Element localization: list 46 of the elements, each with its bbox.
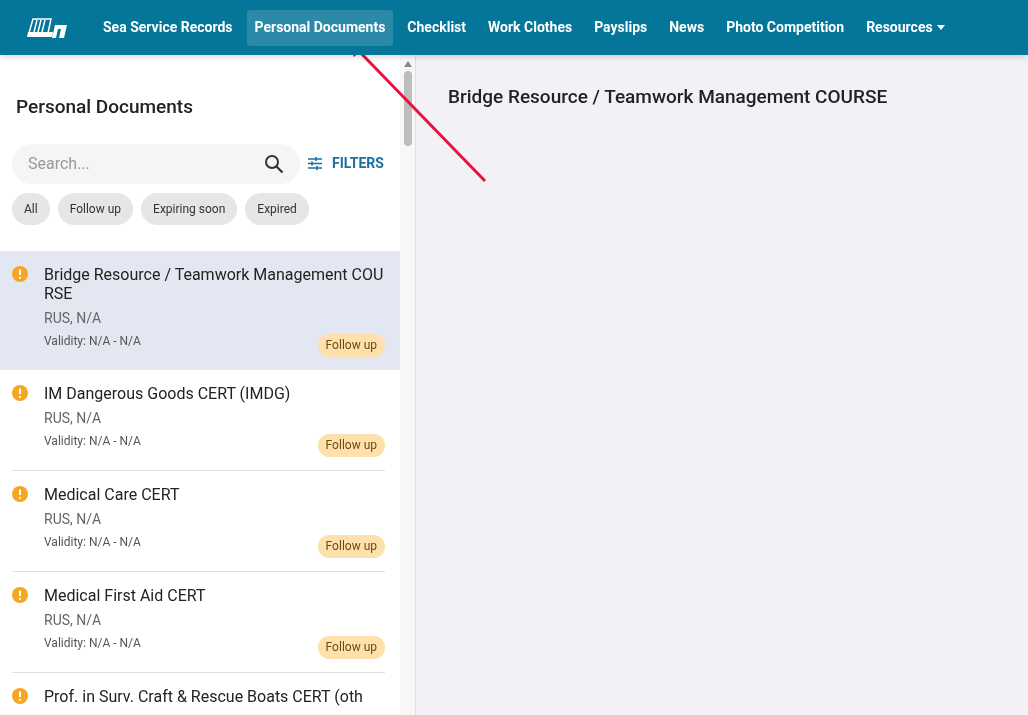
document-title: IM Dangerous Goods CERT (IMDG) bbox=[44, 383, 292, 403]
nav-link[interactable]: Payslips bbox=[586, 9, 656, 46]
warning-icon bbox=[12, 265, 28, 282]
nav-link[interactable]: Photo Competition bbox=[718, 9, 853, 46]
sliders-icon bbox=[308, 157, 322, 170]
nav-link[interactable]: News bbox=[661, 9, 713, 46]
nav-link[interactable]: Checklist bbox=[399, 9, 475, 46]
nav-link[interactable]: Sea Service Records bbox=[95, 9, 241, 46]
scrollbar[interactable] bbox=[400, 55, 415, 715]
validity-text: Validity: N/A - N/A bbox=[44, 533, 141, 551]
scrollbar-thumb[interactable] bbox=[403, 71, 412, 146]
nav-link[interactable]: Personal Documents bbox=[246, 9, 394, 46]
status-badge: Follow up bbox=[317, 433, 385, 457]
warning-icon bbox=[12, 485, 28, 502]
filter-chip[interactable]: All bbox=[12, 192, 50, 225]
warning-icon bbox=[12, 687, 28, 704]
detail-title: Bridge Resource / Teamwork Management COURSE bbox=[448, 84, 889, 110]
document-subtitle: RUS, N/A bbox=[44, 509, 103, 529]
document-list-item[interactable]: Bridge Resource / Teamwork Management COURSE RUS, N/A Validity: N/A - N/A Follow up bbox=[0, 250, 401, 370]
search-icon[interactable] bbox=[264, 153, 284, 174]
nav-dropdown[interactable]: Resources bbox=[858, 9, 953, 46]
document-title: Bridge Resource / Teamwork Management COURSE bbox=[44, 264, 385, 303]
filters-button[interactable]: FILTERS bbox=[306, 153, 386, 174]
logo-icon[interactable] bbox=[27, 16, 69, 39]
validity-text: Validity: N/A - N/A bbox=[44, 634, 141, 652]
validity-text: Validity: N/A - N/A bbox=[44, 332, 141, 350]
document-title: Prof. in Surv. Craft & Rescue Boats CERT (oth bbox=[44, 686, 364, 706]
warning-icon bbox=[12, 586, 28, 603]
document-title: Medical First Aid CERT bbox=[44, 585, 207, 605]
filter-chip[interactable]: Follow up bbox=[57, 192, 134, 225]
warning-icon bbox=[12, 384, 28, 401]
validity-text: Validity: N/A - N/A bbox=[44, 432, 141, 450]
document-title: Medical Care CERT bbox=[44, 484, 181, 504]
document-subtitle: RUS, N/A bbox=[44, 610, 103, 630]
status-badge: Follow up bbox=[317, 333, 385, 357]
panel-title: Personal Documents bbox=[15, 94, 194, 120]
search-field[interactable]: Search... bbox=[12, 143, 300, 184]
filter-chip[interactable]: Expired bbox=[245, 192, 309, 225]
status-badge: Follow up bbox=[317, 635, 385, 659]
filter-chip[interactable]: Expiring soon bbox=[141, 192, 238, 225]
scroll-up-icon[interactable] bbox=[403, 61, 412, 67]
status-badge: Follow up bbox=[317, 534, 385, 558]
document-subtitle: RUS, N/A bbox=[44, 308, 103, 328]
document-subtitle: RUS, N/A bbox=[44, 408, 103, 428]
caret-icon bbox=[936, 25, 945, 30]
nav-link[interactable]: Work Clothes bbox=[480, 9, 581, 46]
